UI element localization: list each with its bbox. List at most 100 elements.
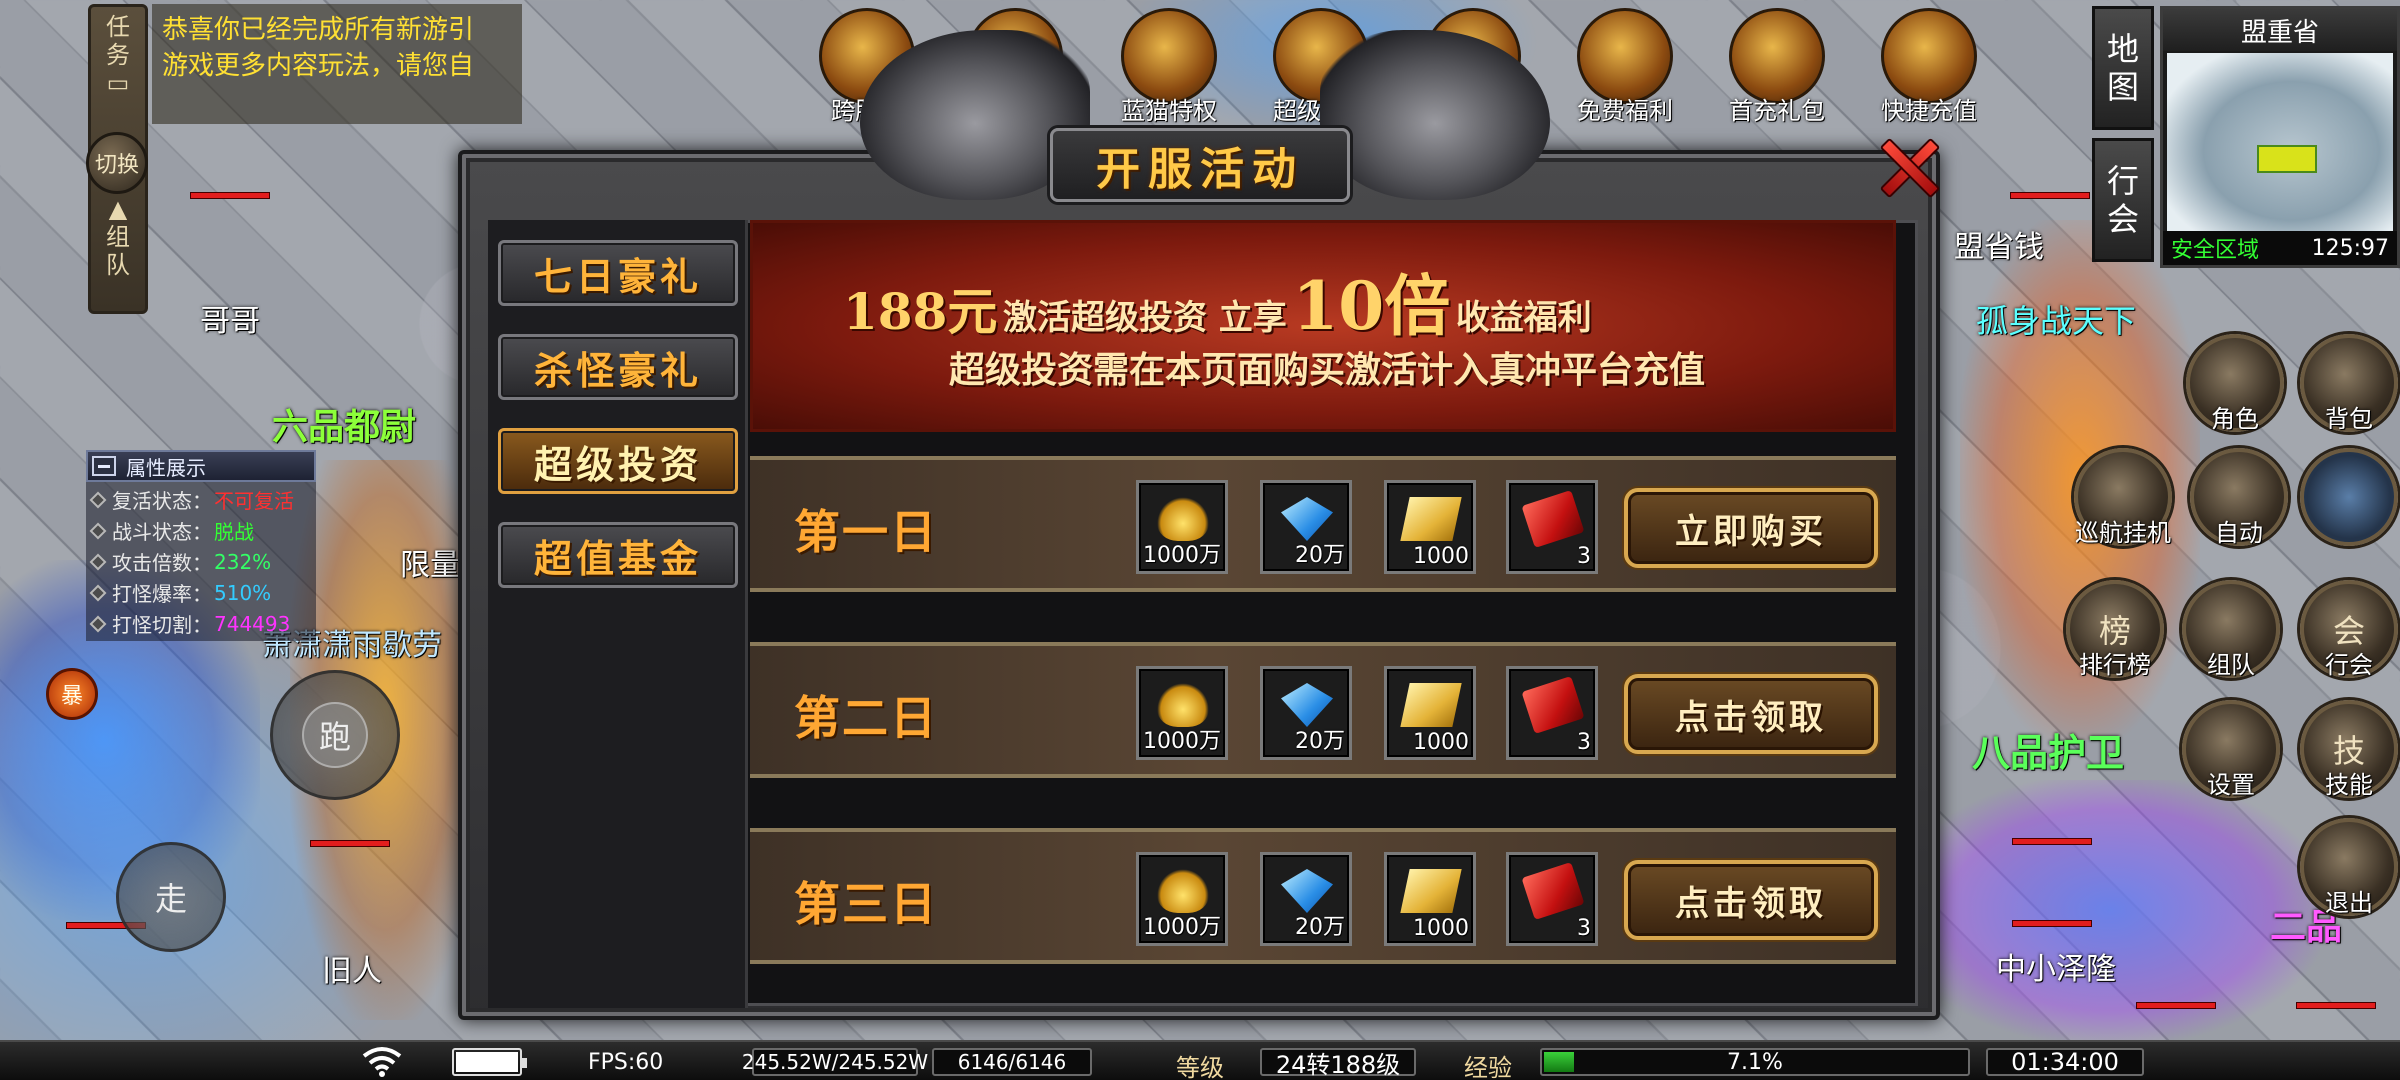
auto-patrol-button[interactable]: 巡航挂机 [2074,448,2172,547]
day-label: 第二日 [794,691,938,745]
tab-task[interactable]: 任 务 ▭ [91,7,145,97]
reward-slot[interactable]: 20万 [1260,852,1352,946]
reward-slot[interactable]: 3 [1506,666,1598,760]
reward-slot[interactable]: 1000万 [1136,666,1228,760]
gold-ingot-icon [1157,869,1209,913]
attribute-row: 战斗状态： 脱战 [86,515,316,546]
bag-button[interactable]: 背包 [2300,334,2398,433]
enemy-hp-bar [2296,1002,2376,1009]
guild-button[interactable]: 行 会 [2092,138,2154,262]
first-recharge-gift-icon [1729,8,1825,104]
button-label: 组队 [2207,651,2255,679]
activity-label: 首充礼包 [1729,97,1825,125]
coordinates-label: 125:97 [2311,235,2389,261]
banner-headline: 188元 激活超级投资 立享 10倍 收益福利 [843,253,1592,349]
enemy-hp-bar [190,192,270,199]
exp-bar: 7.1% [1540,1048,1970,1076]
tab-value-fund[interactable]: 超值基金 [498,522,738,588]
tab-kill-monster-gift[interactable]: 杀怪豪礼 [498,334,738,400]
reward-count: 1000万 [1143,543,1221,568]
banner-text-b: 收益福利 [1455,298,1592,338]
character-button[interactable]: 角色 [2186,334,2284,433]
quick-recharge-button[interactable]: 快捷充值 [1874,8,1984,126]
minimap-footer: 安全区域 125:97 [2163,231,2397,265]
player-name-label[interactable]: 哥哥 [200,296,260,340]
free-benefits-button[interactable]: 免费福利 [1570,8,1680,126]
claim-button[interactable]: 点击领取 [1624,860,1878,940]
reward-slot[interactable]: 1000 [1384,480,1476,574]
walk-button[interactable]: 走 [116,842,226,952]
reward-slot[interactable]: 1000 [1384,666,1476,760]
minimap[interactable]: 盟重省 安全区域 125:97 [2160,6,2400,268]
minimap-player-zone [2257,145,2317,173]
switch-button[interactable]: 切换 [86,132,148,194]
investment-banner: 188元 激活超级投资 立享 10倍 收益福利 超级投资需在本页面购买激活计入真… [750,220,1896,432]
diamond-icon [1281,683,1333,727]
compass-button[interactable] [2300,448,2398,546]
reward-slot[interactable]: 20万 [1260,666,1352,760]
attribute-panel-header[interactable]: 属性展示 [86,450,316,482]
reward-slot[interactable]: 1000万 [1136,480,1228,574]
attribute-value: 744493 [214,611,291,636]
exit-button[interactable]: 退出 [2300,818,2398,917]
settings-button[interactable]: 设置 [2182,700,2280,799]
diamond-bullet-icon [89,553,107,570]
tab-team[interactable]: ▲ 组 队 [91,189,145,279]
attribute-row: 攻击倍数： 232% [86,546,316,577]
team-button[interactable]: 组队 [2182,580,2280,679]
reward-count: 1000万 [1143,729,1221,754]
player-name-label[interactable]: 中小泽隆 [1996,944,2116,988]
auto-button[interactable]: 自动 [2190,448,2288,547]
attribute-value: 不可复活 [214,489,294,513]
burst-skill-button[interactable]: 暴 [46,668,98,720]
reward-slot[interactable]: 3 [1506,480,1598,574]
reward-slot[interactable]: 3 [1506,852,1598,946]
attribute-row: 打怪切割： 744493 [86,608,316,639]
reward-slot[interactable]: 1000万 [1136,852,1228,946]
attribute-value: 232% [214,549,272,574]
reward-count: 20万 [1295,729,1345,754]
enemy-hp-bar [2010,192,2090,199]
buy-now-button[interactable]: 立即购买 [1624,488,1878,568]
scroll-icon [1400,683,1462,727]
quest-notice[interactable]: 恭喜你已经完成所有新游引 游戏更多内容玩法，请您自 [152,4,522,124]
reward-slot[interactable]: 1000 [1384,852,1476,946]
free-benefits-icon [1577,8,1673,104]
collapse-icon[interactable] [92,456,116,476]
blue-cat-privilege-button[interactable]: 蓝猫特权 [1114,8,1224,126]
first-recharge-gift-button[interactable]: 首充礼包 [1722,8,1832,126]
reward-slot[interactable]: 20万 [1260,480,1352,574]
map-button[interactable]: 地 图 [2092,6,2154,130]
attribute-key: 攻击倍数： [112,551,212,575]
button-label: 巡航挂机 [2075,519,2171,547]
close-icon[interactable] [1870,128,1944,202]
guild-button[interactable]: 会行会 [2300,580,2398,679]
run-button[interactable]: 跑 [270,670,400,800]
reward-count: 1000 [1413,730,1469,755]
tab-super-investment[interactable]: 超级投资 [498,428,738,494]
level-label: 等级 [1176,1054,1224,1080]
button-label: 排行榜 [2079,651,2151,679]
attribute-panel: 属性展示 复活状态： 不可复活 战斗状态： 脱战 攻击倍数： 232% 打怪爆率： 510% 打… [86,450,316,641]
ranking-button[interactable]: 榜排行榜 [2066,580,2164,679]
tab-seven-day-gift[interactable]: 七日豪礼 [498,240,738,306]
attribute-row: 复活状态： 不可复活 [86,484,316,515]
player-name-label[interactable]: 旧人 [322,946,382,990]
red-packet-icon [1521,862,1585,920]
blue-cat-privilege-icon [1121,8,1217,104]
diamond-bullet-icon [89,522,107,539]
skills-button[interactable]: 技技能 [2300,700,2398,799]
mp-readout: 6146/6146 [932,1048,1092,1076]
safe-zone-label: 安全区域 [2171,238,2260,263]
fps-readout: FPS:60 [588,1050,664,1075]
dialog-side-tabs: 七日豪礼杀怪豪礼超级投资超值基金 [488,220,748,1008]
attribute-row: 打怪爆率： 510% [86,577,316,608]
dialog-title: 开服活动 [1096,144,1304,195]
scroll-icon [1400,497,1462,541]
minimap-region: 盟重省 [2163,9,2397,51]
claim-button[interactable]: 点击领取 [1624,674,1878,754]
dialog-title-plate: 开服活动 [1050,128,1350,202]
player-name-label[interactable]: 孤身战天下 [1976,296,2136,342]
button-label: 退出 [2325,889,2373,917]
minimap-image[interactable] [2167,53,2393,231]
